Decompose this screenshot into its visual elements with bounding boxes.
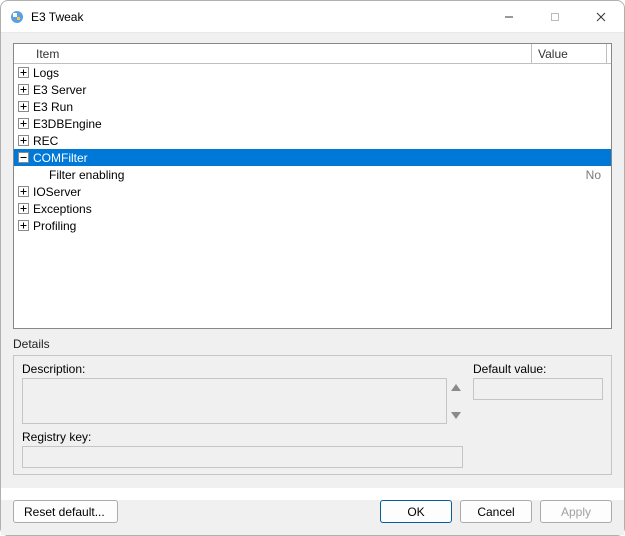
details-section: Details Description: Registry key: Defau… (13, 337, 612, 475)
tree-value-cell (532, 132, 611, 149)
tree-item-cell: E3 Server (14, 81, 532, 98)
window-title: E3 Tweak (31, 10, 83, 24)
tree-row[interactable]: Exceptions (14, 200, 611, 217)
expand-icon[interactable] (18, 84, 29, 95)
maximize-button (532, 1, 578, 33)
tree-value-cell (532, 217, 611, 234)
tree-item-cell: Profiling (14, 217, 532, 234)
description-label: Description: (22, 362, 463, 376)
tree-item-label: IOServer (33, 185, 81, 199)
column-header-item[interactable]: Item (14, 44, 532, 63)
expand-icon[interactable] (18, 220, 29, 231)
tree-item-cell: Exceptions (14, 200, 532, 217)
registry-key-label: Registry key: (22, 430, 463, 444)
tree-row[interactable]: Logs (14, 64, 611, 81)
expand-icon[interactable] (18, 101, 29, 112)
cancel-button[interactable]: Cancel (460, 500, 532, 523)
registry-key-field (22, 446, 463, 468)
titlebar: E3 Tweak (1, 1, 624, 33)
tree-item-cell: Filter enabling (14, 166, 532, 183)
tree-item-label: COMFilter (33, 151, 88, 165)
column-header-value-label: Value (538, 47, 568, 61)
tree-item-label: Profiling (33, 219, 76, 233)
ok-button-label: OK (407, 505, 424, 519)
description-scroll-down[interactable] (449, 408, 463, 422)
tree-row[interactable]: E3DBEngine (14, 115, 611, 132)
expand-icon[interactable] (18, 186, 29, 197)
tree-row[interactable]: IOServer (14, 183, 611, 200)
collapse-icon[interactable] (18, 152, 29, 163)
minimize-button[interactable] (486, 1, 532, 33)
settings-tree: Item Value Logs E3 Server E3 Run E3DBEngine… (13, 43, 612, 329)
description-scroll-up[interactable] (449, 380, 463, 394)
tree-item-label: REC (33, 134, 58, 148)
close-button[interactable] (578, 1, 624, 33)
footer: Reset default... OK Cancel Apply (1, 500, 624, 535)
tree-item-label: Exceptions (33, 202, 92, 216)
tree-row[interactable]: E3 Run (14, 98, 611, 115)
default-value-field (473, 378, 603, 400)
tree-value-cell (532, 98, 611, 115)
expand-icon[interactable] (18, 135, 29, 146)
tree-item-label: E3 Run (33, 100, 73, 114)
reset-default-button[interactable]: Reset default... (13, 500, 118, 523)
expand-icon[interactable] (18, 118, 29, 129)
description-field (22, 378, 447, 424)
details-title: Details (13, 337, 612, 351)
tree-value-cell: No (532, 166, 611, 183)
tree-value-cell (532, 183, 611, 200)
tree-row[interactable]: COMFilter (14, 149, 611, 166)
expand-icon[interactable] (18, 67, 29, 78)
column-header-item-label: Item (36, 47, 59, 61)
tree-value-cell (532, 81, 611, 98)
tree-value-cell (532, 149, 611, 166)
apply-button-label: Apply (561, 505, 591, 519)
default-value-label: Default value: (473, 362, 603, 376)
column-header-value[interactable]: Value (532, 44, 607, 63)
tree-item-label: E3 Server (33, 83, 86, 97)
tree-item-label: Logs (33, 66, 59, 80)
tree-item-cell: IOServer (14, 183, 532, 200)
tree-value-cell (532, 64, 611, 81)
tree-item-cell: REC (14, 132, 532, 149)
tree-item-cell: E3DBEngine (14, 115, 532, 132)
tree-header: Item Value (14, 44, 611, 64)
tree-row[interactable]: Filter enabling No (14, 166, 611, 183)
tree-value-cell (532, 115, 611, 132)
cancel-button-label: Cancel (477, 505, 514, 519)
tree-item-label: E3DBEngine (33, 117, 102, 131)
reset-default-label: Reset default... (24, 505, 105, 519)
tree-item-label: Filter enabling (49, 168, 124, 182)
tree-body[interactable]: Logs E3 Server E3 Run E3DBEngine REC COMFilte… (14, 64, 611, 328)
tree-row[interactable]: E3 Server (14, 81, 611, 98)
tree-row[interactable]: REC (14, 132, 611, 149)
ok-button[interactable]: OK (380, 500, 452, 523)
tree-item-cell: E3 Run (14, 98, 532, 115)
expand-icon[interactable] (18, 203, 29, 214)
apply-button: Apply (540, 500, 612, 523)
app-icon (9, 9, 25, 25)
tree-item-cell: Logs (14, 64, 532, 81)
tree-value-cell (532, 200, 611, 217)
tree-row[interactable]: Profiling (14, 217, 611, 234)
tree-item-cell: COMFilter (14, 149, 532, 166)
